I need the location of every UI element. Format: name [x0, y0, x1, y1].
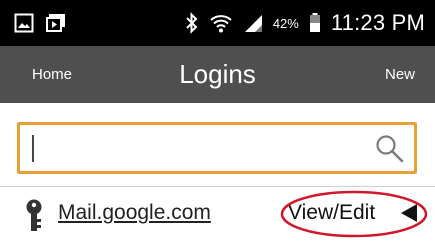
key-icon — [26, 199, 42, 231]
view-edit-button[interactable]: View/Edit — [288, 201, 375, 225]
camera-icon — [46, 14, 65, 32]
status-right-group: 42% 11:23 PM — [185, 0, 425, 46]
login-site-link[interactable]: Mail.google.com — [58, 201, 211, 225]
status-bar: 42% 11:23 PM — [0, 0, 435, 46]
new-button[interactable]: New — [385, 46, 415, 103]
bluetooth-icon — [186, 12, 198, 34]
app-header: Home Logins New — [0, 46, 435, 103]
signal-icon — [244, 15, 262, 32]
search-box[interactable] — [17, 122, 417, 174]
wifi-icon — [210, 15, 232, 33]
text-cursor — [32, 135, 34, 162]
gallery-icon — [14, 13, 34, 33]
search-icon[interactable] — [374, 133, 406, 165]
page-title: Logins — [179, 59, 256, 89]
login-row: Mail.google.com View/Edit — [0, 187, 435, 243]
arrow-left-icon[interactable] — [400, 203, 418, 223]
search-input[interactable] — [28, 131, 372, 167]
battery-percent: 42% — [272, 15, 299, 31]
status-left-icons — [14, 13, 66, 33]
clock: 11:23 PM — [330, 10, 425, 35]
battery-icon — [309, 13, 320, 32]
